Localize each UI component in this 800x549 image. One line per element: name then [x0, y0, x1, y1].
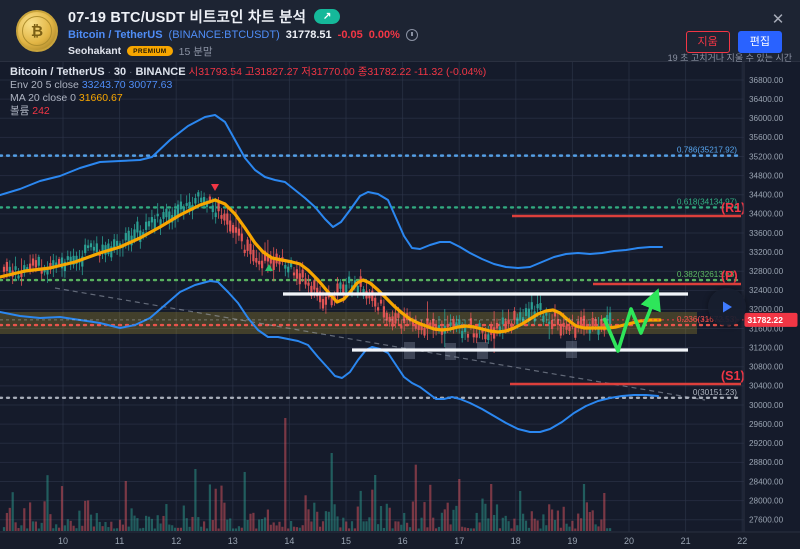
volume-layer [3, 418, 611, 531]
clock-icon [406, 29, 418, 41]
svg-text:20: 20 [624, 536, 634, 546]
legend-ma-row[interactable]: MA 20 close 0 31660.67 [10, 92, 486, 105]
edit-time-note: 19 초 고치거나 지울 수 있는 시간 [654, 53, 792, 64]
svg-text:28800.00: 28800.00 [749, 458, 784, 467]
svg-text:34000.00: 34000.00 [749, 210, 784, 219]
svg-text:30000.00: 30000.00 [749, 401, 784, 410]
svg-text:32800.00: 32800.00 [749, 267, 784, 276]
svg-text:32400.00: 32400.00 [749, 286, 784, 295]
svg-text:10: 10 [58, 536, 68, 546]
play-icon [720, 300, 734, 314]
svg-text:31782.22: 31782.22 [748, 315, 784, 325]
svg-text:27600.00: 27600.00 [749, 516, 784, 525]
svg-text:15: 15 [341, 536, 351, 546]
envelope-upper-line [0, 115, 662, 268]
svg-text:18: 18 [511, 536, 521, 546]
delete-button[interactable]: 지움 [686, 31, 730, 53]
premium-badge: PREMIUM [127, 46, 173, 56]
symbol-pair-link[interactable]: Bitcoin / TetherUS [68, 29, 163, 41]
svg-text:34400.00: 34400.00 [749, 191, 784, 200]
last-price: 31778.51 [286, 29, 332, 41]
svg-text:36800.00: 36800.00 [749, 76, 784, 85]
symbol-exchange-link[interactable]: (BINANCE:BTCUSDT) [169, 29, 280, 41]
svg-text:19: 19 [567, 536, 577, 546]
legend-env-row[interactable]: Env 20 5 close 33243.70 30077.63 [10, 79, 486, 92]
legend-volume-row[interactable]: 볼륨 242 [10, 105, 486, 118]
legend-symbol-row[interactable]: Bitcoin / TetherUS · 30 · BINANCE 시31793… [10, 66, 486, 79]
coin-avatar: ₿ [16, 10, 58, 52]
svg-text:16: 16 [398, 536, 408, 546]
svg-text:17: 17 [454, 536, 464, 546]
author-name[interactable]: Seohakant [68, 45, 121, 57]
svg-text:(P): (P) [721, 269, 738, 283]
svg-text:31200.00: 31200.00 [749, 343, 784, 352]
share-badge-icon[interactable]: ↗ [314, 9, 340, 24]
svg-text:(R1): (R1) [721, 201, 745, 215]
legend-exchange: BINANCE [135, 66, 185, 78]
svg-text:0(30151.23): 0(30151.23) [693, 388, 737, 397]
chart-widget-window: ₿ 07-19 BTC/USDT 비트코인 차트 분석 ↗ Bitcoin / … [0, 0, 800, 549]
svg-text:30800.00: 30800.00 [749, 363, 784, 372]
svg-text:0.786(35217.92): 0.786(35217.92) [677, 146, 737, 155]
time-axis[interactable]: 10 11 12 13 14 15 16 17 18 19 20 21 22 [0, 532, 800, 549]
legend-low: 31770.00 [311, 66, 355, 78]
legend-open: 31793.54 [198, 66, 242, 78]
svg-text:21: 21 [681, 536, 691, 546]
svg-text:33200.00: 33200.00 [749, 248, 784, 257]
svg-text:28000.00: 28000.00 [749, 496, 784, 505]
svg-text:13: 13 [228, 536, 238, 546]
edit-button[interactable]: 편집 [738, 31, 782, 53]
legend-symbol: Bitcoin / TetherUS [10, 66, 105, 78]
fib-levels-layer: 0.786(35217.92)0.618(34134.97)0.382(3261… [0, 146, 741, 398]
svg-text:(S1): (S1) [721, 369, 745, 383]
close-icon[interactable]: ✕ [770, 12, 786, 28]
price-change-pct: 0.00% [369, 29, 400, 41]
chart-legend: Bitcoin / TetherUS · 30 · BINANCE 시31793… [10, 66, 486, 118]
price-chart[interactable]: 0.786(35217.92)0.618(34134.97)0.382(3261… [0, 62, 800, 549]
down-marker [211, 184, 219, 191]
page-title: 07-19 BTC/USDT 비트코인 차트 분석 [68, 6, 306, 27]
timeframe-label: 15 분말 [179, 44, 213, 59]
legend-close: 31782.22 [367, 66, 411, 78]
up-marker [265, 264, 273, 271]
svg-text:35200.00: 35200.00 [749, 152, 784, 161]
svg-text:35600.00: 35600.00 [749, 133, 784, 142]
legend-interval: 30 [114, 66, 126, 78]
svg-text:30400.00: 30400.00 [749, 382, 784, 391]
svg-text:34800.00: 34800.00 [749, 171, 784, 180]
svg-text:36000.00: 36000.00 [749, 114, 784, 123]
legend-high: 31827.27 [255, 66, 299, 78]
price-axis[interactable]: 36800.00 36400.00 36000.00 35600.00 35200.00… [744, 62, 800, 549]
svg-text:29200.00: 29200.00 [749, 439, 784, 448]
go-to-realtime-button[interactable] [708, 288, 746, 326]
svg-text:12: 12 [171, 536, 181, 546]
svg-text:36400.00: 36400.00 [749, 95, 784, 104]
legend-change: -11.32 (-0.04%) [414, 66, 486, 78]
svg-text:22: 22 [737, 536, 747, 546]
envelope-lower-line [0, 281, 658, 432]
svg-text:28400.00: 28400.00 [749, 477, 784, 486]
price-change: -0.05 [338, 29, 363, 41]
svg-text:29600.00: 29600.00 [749, 420, 784, 429]
svg-text:33600.00: 33600.00 [749, 229, 784, 238]
svg-text:14: 14 [284, 536, 294, 546]
svg-text:11: 11 [115, 536, 124, 546]
